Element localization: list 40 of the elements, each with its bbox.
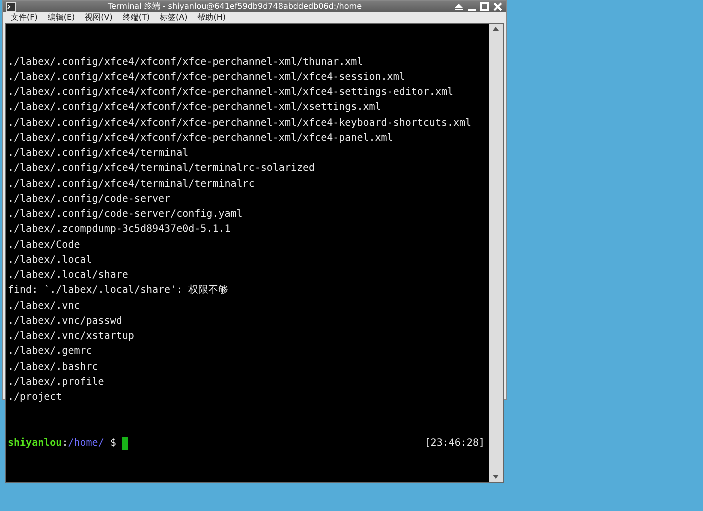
output-line: ./labex/.config/xfce4/xfconf/xfce-perchannel-xml/xfce4-settings-editor.xml	[8, 86, 455, 100]
output-line: ./labex/Code	[8, 238, 82, 252]
output-line: ./labex/.gemrc	[8, 345, 94, 360]
output-line: ./project	[8, 391, 64, 405]
prompt-path: /home/	[68, 436, 104, 451]
prompt-symbol: $	[110, 436, 116, 451]
output-line: ./labex/.zcompdump-3c5d89437e0d-5.1.1	[8, 223, 232, 238]
window-title: Terminal 终端 - shiyanlou@641ef59db9d748abddedb06d:/home	[106, 1, 363, 12]
maximize-icon[interactable]	[480, 2, 490, 12]
output-line: ./labex/.config/code-server	[8, 192, 172, 207]
scrollbar[interactable]	[489, 24, 503, 482]
output-line: find: `./labex/.local/share': 权限不够	[8, 284, 230, 298]
close-icon[interactable]	[493, 2, 503, 12]
eject-icon[interactable]	[454, 2, 464, 12]
output-line: ./labex/.config/xfce4/xfconf/xfce-perchannel-xml/xfce4-session.xml	[8, 70, 406, 85]
prompt-time: [23:46:28]	[424, 436, 485, 451]
prompt-user: shiyanlou	[8, 436, 62, 451]
prompt-separator: :	[62, 436, 68, 451]
output-line: ./labex/.config/xfce4/xfconf/xfce-perchannel-xml/xfce4-panel.xml	[8, 132, 394, 146]
menu-item[interactable]: 文件(F)	[11, 12, 38, 23]
output-line: ./labex/.profile	[8, 376, 106, 390]
output-line: ./labex/.config/xfce4/xfconf/xfce-perchannel-xml/thunar.xml	[8, 56, 364, 70]
output-line: ./labex/.vnc/xstartup	[8, 330, 136, 344]
cursor	[122, 436, 128, 450]
menu-item[interactable]: 标签(A)	[160, 12, 188, 23]
menu-item[interactable]: 终端(T)	[122, 12, 150, 23]
menu-item[interactable]: 视图(V)	[85, 12, 113, 23]
output-line: ./labex/.vnc	[8, 300, 82, 314]
output-line: ./labex/.config/code-server/config.yaml	[8, 208, 244, 222]
output-line: ./labex/.local	[8, 254, 94, 268]
output-line: ./labex/.config/xfce4/xfconf/xfce-perchannel-xml/xsettings.xml	[8, 101, 382, 116]
output-line: ./labex/.vnc/passwd	[8, 314, 124, 329]
output-line: ./labex/.config/xfce4/terminal/terminalrc	[8, 178, 256, 192]
output-line: ./labex/.bashrc	[8, 360, 100, 374]
output-line: ./labex/.config/xfce4/xfconf/xfce-perchannel-xml/xfce4-keyboard-shortcuts.xml	[8, 116, 473, 130]
output-line: ./labex/.config/xfce4/terminal	[8, 147, 190, 161]
menu-item[interactable]: 帮助(H)	[198, 12, 226, 23]
output-line: ./labex/.config/xfce4/terminal/terminalrc-solarized	[8, 162, 316, 176]
menu-item[interactable]: 编辑(E)	[48, 12, 76, 23]
output-line: ./labex/.local/share	[8, 269, 130, 283]
